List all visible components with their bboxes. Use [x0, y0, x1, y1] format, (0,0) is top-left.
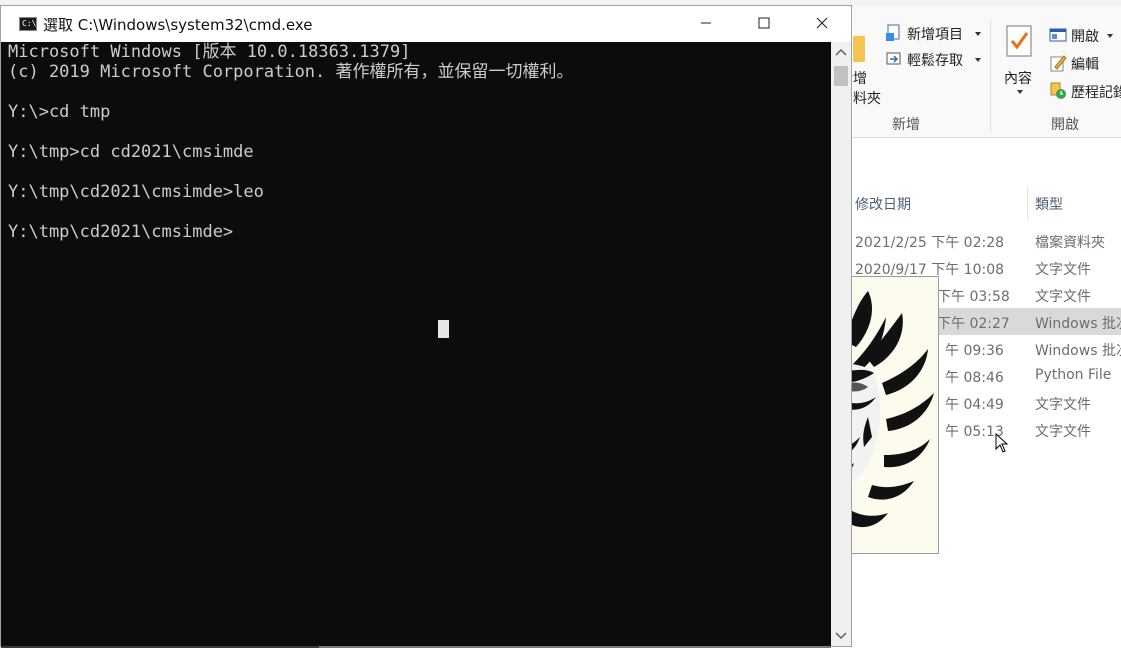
- console-prompt-line: Y:\tmp\cd2021\cmsimde>: [8, 222, 234, 242]
- console-app-icon-text: C:\: [22, 19, 37, 28]
- window-title: 選取 C:\Windows\system32\cmd.exe: [43, 16, 313, 34]
- folder-icon: [853, 36, 865, 62]
- cell-type: 文字文件: [1035, 262, 1091, 278]
- history-icon: [1050, 82, 1066, 99]
- new-folder-button[interactable]: 新增 資料夾: [839, 26, 883, 107]
- minimize-icon: [701, 22, 711, 24]
- properties-icon: [1006, 25, 1032, 57]
- cell-type: Python File: [1035, 367, 1112, 383]
- cell-type: 文字文件: [1035, 289, 1091, 305]
- window-bottom-edge: [319, 646, 831, 648]
- column-divider[interactable]: [1027, 186, 1028, 220]
- text-cursor: [438, 320, 449, 338]
- chevron-down-icon: [835, 632, 847, 640]
- ribbon-home: 新增 資料夾 新增項目 輕鬆存取 新增 內容 開啟 編輯 歷程記錄 開啟: [839, 6, 1121, 138]
- new-item-label: 新增項目: [907, 27, 963, 43]
- cell-modified: 2021/2/25 下午 02:28: [855, 235, 1005, 251]
- console-line: Y:\tmp\cd2021\cmsimde>leo: [8, 182, 264, 202]
- cell-type: 文字文件: [1035, 424, 1091, 440]
- command-prompt-window[interactable]: C:\ 選取 C:\Windows\system32\cmd.exe Micro…: [0, 5, 852, 648]
- easy-access-button[interactable]: 輕鬆存取: [885, 48, 985, 70]
- chevron-down-icon: [975, 32, 981, 36]
- open-button[interactable]: 開啟: [1049, 24, 1121, 46]
- history-button[interactable]: 歷程記錄: [1049, 80, 1121, 102]
- edit-button[interactable]: 編輯: [1049, 52, 1121, 74]
- table-row[interactable]: 2021/2/25 下午 02:28 檔案資料夾: [853, 227, 1121, 254]
- cell-modified: 下午 03:58: [937, 289, 1010, 305]
- chevron-down-icon: [975, 58, 981, 62]
- console-line: (c) 2019 Microsoft Corporation. 著作權所有，並保…: [8, 62, 574, 82]
- history-label: 歷程記錄: [1071, 85, 1121, 101]
- console-line: Y:\tmp>cd cd2021\cmsimde: [8, 142, 254, 162]
- cell-modified: 午 04:49: [945, 397, 1004, 413]
- properties-label: 內容: [1004, 71, 1032, 87]
- cell-modified: 下午 02:27: [937, 316, 1010, 332]
- cell-type: 文字文件: [1035, 397, 1091, 413]
- ribbon-separator: [990, 20, 991, 132]
- edit-label: 編輯: [1071, 57, 1099, 73]
- maximize-button[interactable]: [735, 6, 793, 42]
- vertical-scrollbar[interactable]: [831, 42, 851, 646]
- cell-modified: 午 09:36: [945, 343, 1004, 359]
- maximize-icon: [758, 17, 770, 29]
- chevron-down-icon: [1107, 34, 1113, 38]
- console-line: Y:\>cd tmp: [8, 102, 111, 122]
- cell-type: 檔案資料夾: [1035, 235, 1105, 251]
- column-header-type[interactable]: 類型: [1035, 194, 1063, 214]
- mouse-pointer-icon: [995, 433, 1009, 453]
- cell-modified: 午 08:46: [945, 370, 1004, 386]
- column-header-modified[interactable]: 修改日期: [855, 194, 911, 214]
- chevron-up-icon: [835, 48, 847, 56]
- window-bottom-edge: [1, 646, 319, 648]
- edit-icon: [1050, 55, 1067, 72]
- easy-access-icon: [886, 52, 901, 65]
- scrollbar-thumb[interactable]: [834, 66, 848, 86]
- properties-button[interactable]: 內容: [999, 24, 1041, 108]
- console-output[interactable]: Microsoft Windows [版本 10.0.18363.1379] (…: [1, 42, 831, 646]
- file-list-header: 修改日期 類型: [853, 186, 1121, 220]
- group-label-new: 新增: [892, 117, 920, 133]
- console-line: Microsoft Windows [版本 10.0.18363.1379]: [8, 42, 411, 62]
- easy-access-label: 輕鬆存取: [907, 53, 963, 69]
- title-bar[interactable]: C:\ 選取 C:\Windows\system32\cmd.exe: [1, 6, 851, 42]
- new-item-icon: [886, 24, 900, 41]
- scroll-down-button[interactable]: [831, 624, 851, 646]
- cell-type: Windows 批次: [1035, 316, 1121, 332]
- minimize-button[interactable]: [677, 6, 735, 42]
- console-app-icon[interactable]: C:\: [19, 17, 37, 31]
- chevron-down-icon: [1017, 90, 1023, 94]
- close-icon: [816, 17, 828, 29]
- group-label-open: 開啟: [1051, 117, 1079, 133]
- scroll-up-button[interactable]: [831, 42, 851, 64]
- close-button[interactable]: [793, 6, 851, 42]
- open-icon: [1049, 28, 1067, 42]
- open-label: 開啟: [1071, 29, 1099, 45]
- new-item-button[interactable]: 新增項目: [885, 22, 985, 44]
- cell-type: Windows 批次: [1035, 343, 1121, 359]
